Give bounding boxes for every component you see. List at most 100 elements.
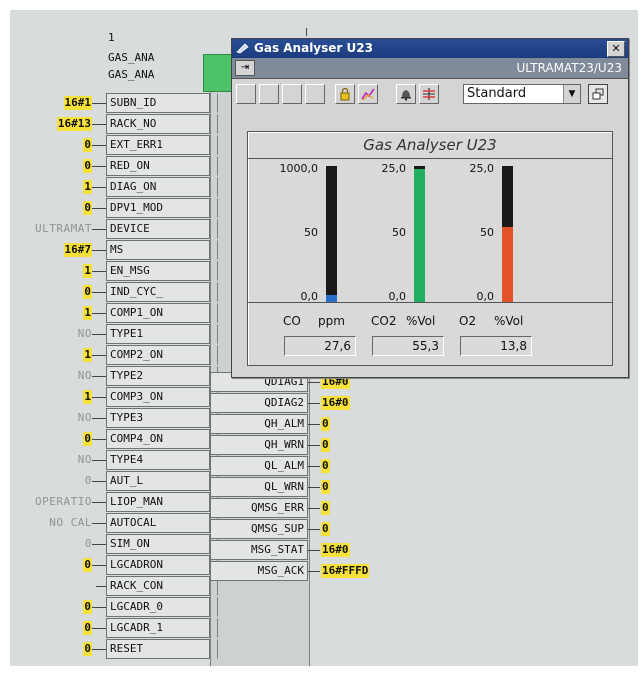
input-pin[interactable]: AUT_L	[106, 471, 210, 491]
input-wire	[92, 439, 106, 440]
scale-max: 25,0	[469, 162, 495, 175]
input-pin[interactable]: COMP1_ON	[106, 303, 210, 323]
input-value: 0	[83, 621, 92, 635]
channel-unit: %Vol	[494, 314, 524, 328]
input-pin[interactable]: EN_MSG	[106, 261, 210, 281]
close-button[interactable]: ✕	[607, 41, 625, 57]
input-pin[interactable]: LGCADRON	[106, 555, 210, 575]
input-pin[interactable]: TYPE4	[106, 450, 210, 470]
input-pin[interactable]: LGCADR_0	[106, 597, 210, 617]
input-value: 1	[83, 264, 92, 278]
output-pin[interactable]: QMSG_SUP	[210, 519, 308, 539]
input-wire	[92, 292, 106, 293]
output-wire	[308, 550, 320, 551]
block-body-row	[210, 240, 218, 260]
input-value: 0	[83, 600, 92, 614]
output-pin[interactable]: MSG_STAT	[210, 540, 308, 560]
block-body-row	[210, 93, 218, 113]
input-value: NO	[77, 369, 92, 382]
input-pin[interactable]: SUBN_ID	[106, 93, 210, 113]
scale-max: 1000,0	[279, 162, 319, 175]
input-value: 0	[83, 558, 92, 572]
view-select[interactable]: Standard ▼	[463, 84, 581, 104]
input-pin[interactable]: IND_CYC_	[106, 282, 210, 302]
input-pin[interactable]: DEVICE	[106, 219, 210, 239]
toolbar-button-1[interactable]	[236, 84, 256, 104]
lock-button[interactable]	[335, 84, 355, 104]
bar-graph	[326, 166, 337, 302]
output-pin[interactable]: QH_WRN	[210, 435, 308, 455]
toolbar: Standard ▼	[232, 79, 628, 109]
bell-button[interactable]	[396, 84, 416, 104]
toolbar-button-4[interactable]	[305, 84, 325, 104]
input-pin[interactable]: RESET	[106, 639, 210, 659]
input-wire	[92, 145, 106, 146]
window-title: Gas Analyser U23	[254, 41, 373, 55]
bar-fill	[326, 295, 337, 302]
output-pin[interactable]: QL_WRN	[210, 477, 308, 497]
pin-button[interactable]: ⇥	[235, 60, 255, 76]
input-wire	[92, 124, 106, 125]
bar-fill	[502, 227, 513, 302]
input-value: NO	[77, 327, 92, 340]
input-value: 0	[84, 474, 92, 487]
input-pin[interactable]: COMP4_ON	[106, 429, 210, 449]
input-pin[interactable]: TYPE2	[106, 366, 210, 386]
restore-button[interactable]	[588, 84, 608, 104]
toolbar-button-3[interactable]	[282, 84, 302, 104]
panel-separator	[248, 302, 612, 303]
input-value: 1	[83, 180, 92, 194]
output-wire	[308, 529, 320, 530]
input-wire	[92, 313, 106, 314]
bar-graph	[414, 166, 425, 302]
block-body-row	[210, 618, 218, 638]
faceplate-window[interactable]: Gas Analyser U23 ✕ ⇥ ULTRAMAT23/U23 Stan…	[231, 38, 629, 378]
scale-mid: 50	[304, 226, 318, 239]
output-pin[interactable]: QMSG_ERR	[210, 498, 308, 518]
input-pin[interactable]: LIOP_MAN	[106, 492, 210, 512]
input-pin[interactable]: AUTOCAL	[106, 513, 210, 533]
chevron-down-icon: ▼	[563, 85, 580, 103]
block-body-row	[210, 219, 218, 239]
input-wire	[92, 418, 106, 419]
input-pin[interactable]: SIM_ON	[106, 534, 210, 554]
input-pin[interactable]: TYPE1	[106, 324, 210, 344]
input-value: ULTRAMAT	[35, 222, 92, 235]
block-body-row	[210, 198, 218, 218]
input-pin[interactable]: LGCADR_1	[106, 618, 210, 638]
input-wire	[96, 586, 106, 587]
input-pin[interactable]: RACK_CON	[106, 576, 210, 596]
toolbar-button-2[interactable]	[259, 84, 279, 104]
output-pin[interactable]: QL_ALM	[210, 456, 308, 476]
input-pin[interactable]: DPV1_MOD	[106, 198, 210, 218]
input-pin[interactable]: RED_ON	[106, 156, 210, 176]
input-pin[interactable]: MS	[106, 240, 210, 260]
input-wire	[92, 250, 106, 251]
output-pin[interactable]: QDIAG2	[210, 393, 308, 413]
output-wire	[308, 487, 320, 488]
output-value: 0	[321, 459, 330, 473]
input-pin[interactable]: COMP3_ON	[106, 387, 210, 407]
trend-button[interactable]	[358, 84, 378, 104]
input-value: NO CAL	[49, 516, 92, 529]
output-pin[interactable]: QH_ALM	[210, 414, 308, 434]
input-pin[interactable]: TYPE3	[106, 408, 210, 428]
limits-button[interactable]	[419, 84, 439, 104]
input-pin[interactable]: EXT_ERR1	[106, 135, 210, 155]
block-body-row	[210, 303, 218, 323]
output-value: 0	[321, 522, 330, 536]
block-body-row	[210, 324, 218, 344]
input-wire	[92, 565, 106, 566]
input-wire	[92, 271, 106, 272]
block-body-row	[210, 639, 218, 659]
input-value: OPERATIO	[35, 495, 92, 508]
input-pin[interactable]: COMP2_ON	[106, 345, 210, 365]
input-wire	[92, 355, 106, 356]
input-pin[interactable]: RACK_NO	[106, 114, 210, 134]
top-tick	[306, 28, 307, 36]
output-pin[interactable]: MSG_ACK	[210, 561, 308, 581]
output-wire	[308, 445, 320, 446]
window-titlebar[interactable]: Gas Analyser U23 ✕	[232, 39, 628, 58]
input-value: 0	[83, 138, 92, 152]
input-pin[interactable]: DIAG_ON	[106, 177, 210, 197]
